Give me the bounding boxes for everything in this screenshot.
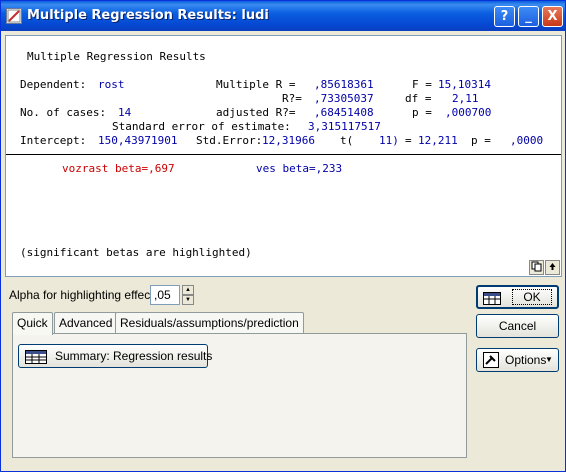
app-icon xyxy=(6,8,22,24)
dependent-value: rost xyxy=(98,78,125,91)
options-button[interactable]: Options ▼ xyxy=(476,348,559,372)
t-df: 11) xyxy=(379,134,399,147)
options-button-label: Options xyxy=(505,353,547,367)
tab-quick[interactable]: Quick xyxy=(12,312,53,335)
ok-button-label: OK xyxy=(512,289,552,305)
intercept-value: 150,43971901 xyxy=(98,134,178,147)
f-label: F = xyxy=(412,78,432,91)
t-label: t( xyxy=(340,134,354,147)
r2-label: R?= xyxy=(282,92,302,105)
se-label: Standard error of estimate: xyxy=(112,120,291,133)
dialog-window: Multiple Regression Results: ludi ? _ X … xyxy=(0,0,566,472)
table-icon xyxy=(483,290,501,312)
p2-value: ,0000 xyxy=(510,134,544,147)
expand-icon[interactable] xyxy=(545,260,560,275)
footnote: (significant betas are highlighted) xyxy=(20,246,252,259)
copy-icon[interactable] xyxy=(529,260,544,275)
title-bar[interactable]: Multiple Regression Results: ludi ? _ X xyxy=(1,1,565,31)
multiple-r-value: ,85618361 xyxy=(314,78,374,91)
multiple-r-label: Multiple R = xyxy=(216,78,296,91)
help-button[interactable]: ? xyxy=(494,6,515,27)
minimize-button[interactable]: _ xyxy=(518,6,539,27)
dependent-label: Dependent: xyxy=(20,78,87,91)
beta-ves: ves beta=,233 xyxy=(256,162,343,175)
close-button[interactable]: X xyxy=(542,6,563,27)
table-icon xyxy=(25,349,47,371)
summary-button-label: Summary: Regression results xyxy=(55,349,213,363)
chevron-down-icon: ▼ xyxy=(545,355,553,364)
f-value: 15,10314 xyxy=(438,78,491,91)
ok-button[interactable]: OK xyxy=(476,285,559,309)
t-value: 12,211 xyxy=(418,134,458,147)
beta-vozrast: vozrast beta=,697 xyxy=(62,162,175,175)
p2-label: p = xyxy=(471,134,491,147)
adj-r2-label: adjusted R?= xyxy=(216,106,296,119)
se-value: 3,315117517 xyxy=(308,120,381,133)
alpha-label: Alpha for highlighting effects: xyxy=(9,288,163,302)
cancel-button[interactable]: Cancel xyxy=(476,314,559,338)
cases-value: 14 xyxy=(118,106,132,119)
summary-regression-button[interactable]: Summary: Regression results xyxy=(18,344,212,371)
tab-residuals[interactable]: Residuals/assumptions/prediction xyxy=(115,312,304,334)
spin-down-icon[interactable]: ▼ xyxy=(182,295,194,305)
spin-up-icon[interactable]: ▲ xyxy=(182,285,194,295)
intercept-label: Intercept: xyxy=(20,134,87,147)
options-icon xyxy=(483,352,499,375)
df-label: df = xyxy=(405,92,432,105)
output-heading: Multiple Regression Results xyxy=(27,50,206,63)
cases-label: No. of cases: xyxy=(20,106,107,119)
p-label: p = xyxy=(412,106,432,119)
std-error-label: Std.Error: xyxy=(196,134,263,147)
t-equals: = xyxy=(405,134,412,147)
df-value: 2,11 xyxy=(452,92,479,105)
r2-value: ,73305037 xyxy=(314,92,374,105)
window-title: Multiple Regression Results: ludi xyxy=(27,8,269,23)
p-value: ,000700 xyxy=(445,106,492,119)
results-output-panel[interactable]: Multiple Regression Results Dependent: r… xyxy=(5,35,562,277)
std-error-value: 12,31966 xyxy=(262,134,315,147)
alpha-spinner[interactable]: ▲ ▼ xyxy=(182,285,194,305)
tab-advanced[interactable]: Advanced xyxy=(54,312,118,334)
output-divider xyxy=(6,154,561,155)
adj-r2-value: ,68451408 xyxy=(314,106,374,119)
alpha-input[interactable]: ,05 xyxy=(150,285,180,305)
